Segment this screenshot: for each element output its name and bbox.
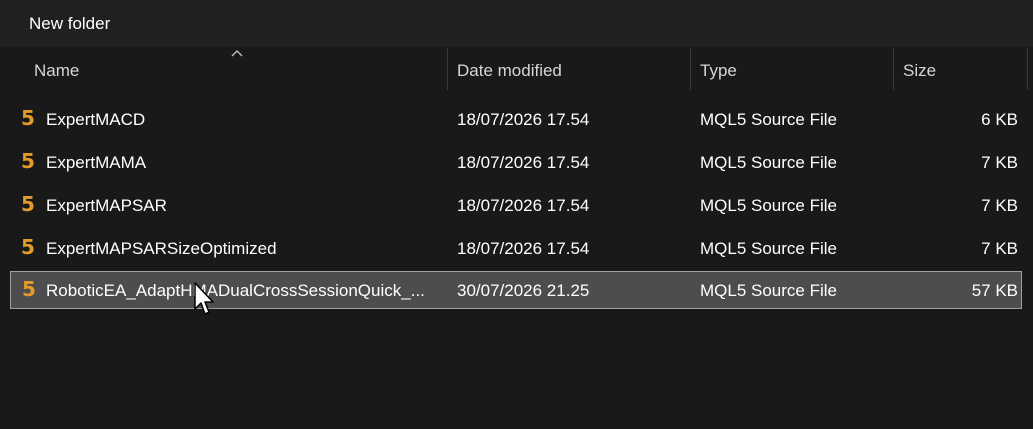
file-size: 7 KB (981, 196, 1018, 215)
file-type: MQL5 Source File (700, 110, 837, 129)
file-size: 6 KB (981, 110, 1018, 129)
sort-ascending-icon (231, 50, 243, 57)
column-header-date-modified[interactable]: Date modified (457, 48, 562, 90)
file-row[interactable]: 5 ExpertMAPSARSizeOptimized 18/07/2026 1… (10, 229, 1022, 267)
column-header-type[interactable]: Type (700, 48, 737, 90)
file-name: ExpertMAPSAR (46, 196, 167, 215)
title-bar: New folder (0, 0, 1033, 47)
file-date-modified: 18/07/2026 17.54 (457, 196, 590, 215)
file-row-selected[interactable]: 5 RoboticEA_AdaptHMADualCrossSessionQuic… (10, 271, 1022, 309)
folder-title: New folder (29, 14, 111, 33)
file-date-modified: 18/07/2026 17.54 (457, 110, 590, 129)
column-header-name[interactable]: Name (34, 48, 79, 90)
column-header-size[interactable]: Size (903, 48, 936, 90)
mql5-file-icon: 5 (21, 235, 35, 259)
file-type: MQL5 Source File (700, 153, 837, 172)
mouse-pointer-icon (194, 282, 214, 315)
column-header-row: Name Date modified Type Size (0, 48, 1033, 90)
file-row[interactable]: 5 ExpertMAPSAR 18/07/2026 17.54 MQL5 Sou… (10, 186, 1022, 224)
column-divider[interactable] (690, 48, 691, 90)
column-divider[interactable] (1027, 48, 1028, 90)
column-divider[interactable] (893, 48, 894, 90)
file-explorer-window: New folder Name Date modified Type Size … (0, 0, 1033, 429)
file-type: MQL5 Source File (700, 196, 837, 215)
file-name: ExpertMAPSARSizeOptimized (46, 239, 277, 258)
mql5-file-icon: 5 (22, 277, 36, 301)
mql5-file-icon: 5 (21, 106, 35, 130)
file-date-modified: 30/07/2026 21.25 (457, 281, 590, 300)
file-type: MQL5 Source File (700, 239, 837, 258)
file-size: 7 KB (981, 153, 1018, 172)
file-size: 57 KB (971, 281, 1018, 300)
mql5-file-icon: 5 (21, 192, 35, 216)
file-date-modified: 18/07/2026 17.54 (457, 153, 590, 172)
mql5-file-icon: 5 (21, 149, 35, 173)
file-date-modified: 18/07/2026 17.54 (457, 239, 590, 258)
file-name: ExpertMAMA (46, 153, 147, 172)
column-divider[interactable] (447, 48, 448, 90)
file-row[interactable]: 5 ExpertMAMA 18/07/2026 17.54 MQL5 Sourc… (10, 143, 1022, 181)
file-name: ExpertMACD (46, 110, 146, 129)
file-name: RoboticEA_AdaptHMADualCrossSessionQuick_… (46, 281, 425, 300)
file-type: MQL5 Source File (700, 281, 837, 300)
file-row[interactable]: 5 ExpertMACD 18/07/2026 17.54 MQL5 Sourc… (10, 100, 1022, 138)
file-size: 7 KB (981, 239, 1018, 258)
